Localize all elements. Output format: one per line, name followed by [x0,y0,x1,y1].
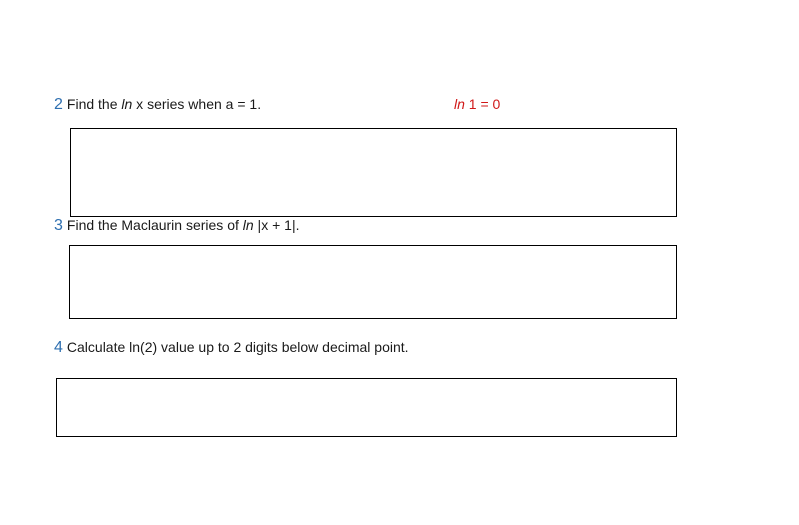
question-3: 3 Find the Maclaurin series of ln |x + 1|… [54,216,299,235]
question-text: Calculate ln(2) value up to 2 digits bel… [66,339,409,355]
answer-box-2[interactable] [70,128,677,217]
question-2: 2 Find the ln x series when a = 1. [54,95,261,114]
question-text-pre: Find the Maclaurin series of [66,217,243,233]
hint-value: 1 = 0 [464,96,501,112]
question-text-post: |x + 1|. [253,217,300,233]
hint-text: ln 1 = 0 [454,95,500,113]
ln-function: ln [121,96,133,112]
question-number: 2 [54,96,63,113]
question-text-pre: Find the [66,96,122,112]
question-number: 3 [54,217,63,234]
ln-function: ln [242,217,254,233]
question-text-post: x series when a = 1. [132,96,262,112]
question-number: 4 [54,339,63,356]
answer-box-3[interactable] [69,245,677,319]
answer-box-4[interactable] [56,378,677,437]
question-4: 4 Calculate ln(2) value up to 2 digits be… [54,338,409,357]
hint-function: ln [454,96,465,112]
